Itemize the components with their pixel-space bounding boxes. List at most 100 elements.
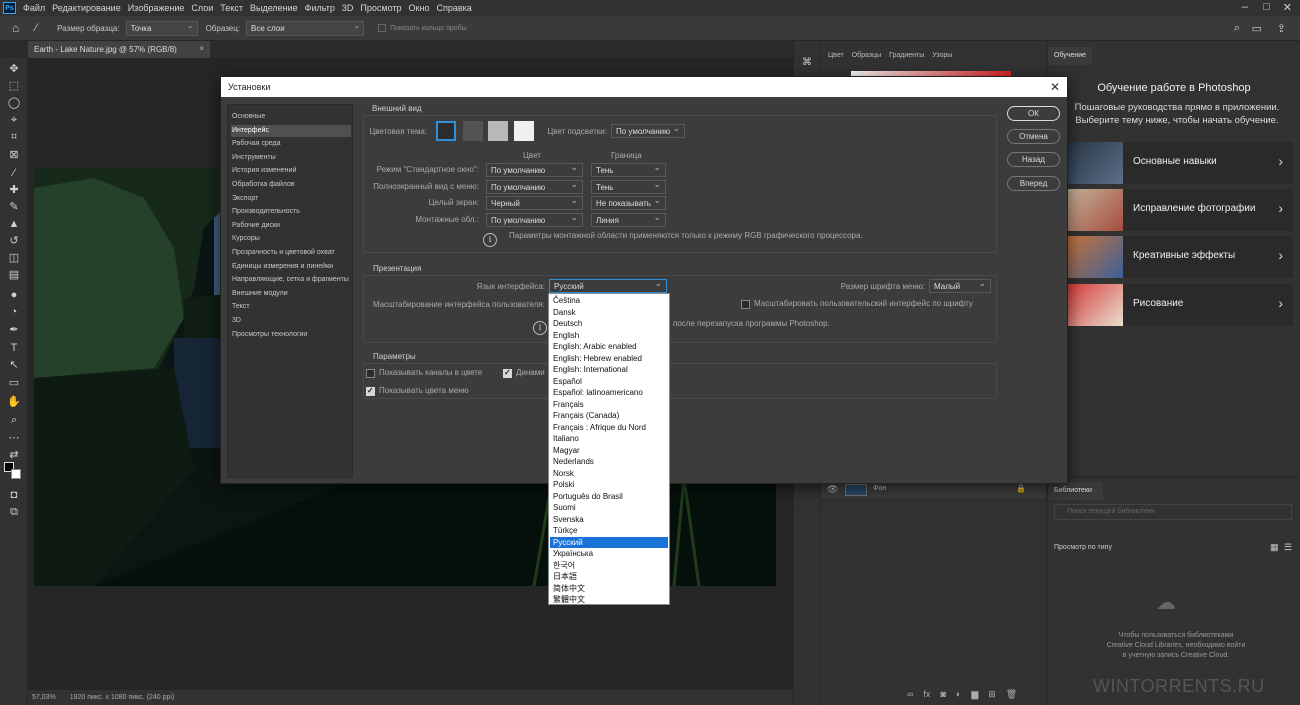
theme-swatch-dark[interactable] <box>463 121 483 141</box>
type-tool-icon[interactable]: T <box>6 341 22 355</box>
language-option[interactable]: 繁體中文 <box>550 594 668 605</box>
language-option[interactable]: Español: latinoamericano <box>550 387 668 398</box>
category-item[interactable]: Основные <box>231 111 351 123</box>
stamp-tool-icon[interactable]: ▲ <box>6 217 22 231</box>
tab-libraries[interactable]: Библиотеки <box>1048 482 1103 500</box>
marquee-tool-icon[interactable]: ⬚ <box>6 79 22 93</box>
category-item[interactable]: 3D <box>231 315 351 327</box>
blur-tool-icon[interactable]: ● <box>6 288 22 302</box>
show-menu-colors-checkbox[interactable] <box>366 386 375 396</box>
close-tab-icon[interactable]: × <box>199 44 204 53</box>
category-item[interactable]: Текст <box>231 301 351 313</box>
quick-select-tool-icon[interactable]: ⌖ <box>6 113 22 127</box>
category-item[interactable]: Прозрачность и цветовой охват <box>231 247 351 259</box>
edit-toolbar-icon[interactable]: ⇄ <box>6 448 22 462</box>
maximize-button[interactable]: □ <box>1263 1 1270 13</box>
color-panel-tab[interactable]: Цвет <box>828 52 844 59</box>
language-option[interactable]: Français <box>550 399 668 410</box>
lasso-tool-icon[interactable]: ◯ <box>6 96 22 110</box>
theme-swatch-light[interactable] <box>488 121 508 141</box>
language-option[interactable]: English <box>550 330 668 341</box>
share-icon[interactable]: ⇪ <box>1277 22 1286 35</box>
category-item[interactable]: Экспорт <box>231 193 351 205</box>
appearance-color-dropdown[interactable]: По умолчанию <box>486 179 583 194</box>
language-option[interactable]: Español <box>550 376 668 387</box>
healing-tool-icon[interactable]: ✚ <box>6 183 22 197</box>
workspace-icon[interactable]: ▭ <box>1252 22 1262 35</box>
tab-learn[interactable]: Обучение <box>1048 47 1092 65</box>
eye-icon[interactable]: 👁 <box>827 484 838 495</box>
language-option[interactable]: Polski <box>550 479 668 490</box>
theme-swatch-lightest[interactable] <box>514 121 534 141</box>
menu-item[interactable]: Выделение <box>250 3 298 13</box>
brush-tool-icon[interactable]: ✎ <box>6 200 22 214</box>
menu-item[interactable]: Слои <box>191 3 213 13</box>
color-panel-tab[interactable]: Градиенты <box>889 52 924 59</box>
appearance-border-dropdown[interactable]: Тень <box>591 162 666 177</box>
menu-item[interactable]: Текст <box>220 3 243 13</box>
show-ring-checkbox[interactable] <box>378 24 387 32</box>
category-item[interactable]: История изменений <box>231 165 351 177</box>
learn-item-creative-effects[interactable]: Креативные эффекты › <box>1068 236 1293 278</box>
category-item[interactable]: Рабочие диски <box>231 220 351 232</box>
screen-mode-icon[interactable]: ⧉ <box>6 505 22 519</box>
category-item[interactable]: Просмотры технологии <box>231 329 351 341</box>
language-option[interactable]: Українська <box>550 548 668 559</box>
category-item[interactable]: Инструменты <box>231 152 351 164</box>
category-item[interactable]: Курсоры <box>231 233 351 245</box>
eyedropper-icon[interactable]: ⁄ <box>35 22 37 34</box>
delete-layer-icon[interactable]: 🗑 <box>1006 689 1017 700</box>
move-tool-icon[interactable]: ✥ <box>6 62 22 76</box>
new-group-icon[interactable]: ▆ <box>971 689 978 700</box>
language-option[interactable]: Čeština <box>550 295 668 306</box>
sample-size-select[interactable]: Точка <box>125 20 198 36</box>
language-option[interactable]: Svenska <box>550 514 668 525</box>
view-by-type-select[interactable]: Просмотр по типу <box>1054 544 1112 551</box>
language-option[interactable]: 简体中文 <box>550 583 668 594</box>
color-panel-tab[interactable]: Узоры <box>932 52 952 59</box>
close-icon[interactable]: ✕ <box>1050 80 1060 94</box>
category-item[interactable]: Производительность <box>231 206 351 218</box>
language-option[interactable]: Türkçe <box>550 525 668 536</box>
zoom-level[interactable]: 57,03% <box>32 694 56 701</box>
appearance-border-dropdown[interactable]: Не показывать <box>591 195 666 210</box>
menu-item[interactable]: Просмотр <box>360 3 401 13</box>
eraser-tool-icon[interactable]: ◫ <box>6 251 22 265</box>
language-option[interactable]: Русский <box>550 536 668 548</box>
cancel-button[interactable]: Отмена <box>1007 129 1060 144</box>
pen-tool-icon[interactable]: ✒ <box>6 323 22 337</box>
language-option[interactable]: Français (Canada) <box>550 410 668 421</box>
language-option[interactable]: Suomi <box>550 502 668 513</box>
dodge-tool-icon[interactable]: ◔ <box>6 305 22 319</box>
library-search-input[interactable]: Поиск текущей библиотеки <box>1054 504 1292 520</box>
category-item[interactable]: Интерфейс <box>231 124 351 137</box>
history-panel-icon[interactable]: ⌘ <box>802 57 812 68</box>
menu-item[interactable]: Фильтр <box>305 3 335 13</box>
menu-item[interactable]: Справка <box>436 3 471 13</box>
sample-select[interactable]: Все слои <box>246 20 365 36</box>
language-option[interactable]: Português do Brasil <box>550 491 668 502</box>
language-option[interactable]: Nederlands <box>550 456 668 467</box>
language-option[interactable]: Norsk <box>550 468 668 479</box>
scale-by-font-checkbox[interactable] <box>741 300 750 309</box>
minimize-button[interactable]: – <box>1242 1 1248 13</box>
new-layer-icon[interactable]: ⊞ <box>988 689 996 700</box>
highlight-dropdown[interactable]: По умолчанию <box>611 123 685 138</box>
rectangle-tool-icon[interactable]: ▭ <box>6 376 22 390</box>
category-item[interactable]: Внешние модули <box>231 288 351 300</box>
back-button[interactable]: Назад <box>1007 152 1060 167</box>
learn-item-basics[interactable]: Основные навыки › <box>1068 142 1293 184</box>
close-window-button[interactable]: ✕ <box>1283 1 1292 14</box>
menu-item[interactable]: Файл <box>23 3 45 13</box>
color-panel-tab[interactable]: Образцы <box>852 52 881 59</box>
language-option[interactable]: English: Hebrew enabled <box>550 353 668 364</box>
menu-item[interactable]: Изображение <box>128 3 185 13</box>
learn-item-painting[interactable]: Рисование › <box>1068 284 1293 326</box>
hand-tool-icon[interactable]: ✋ <box>6 395 22 409</box>
document-tab[interactable]: Earth - Lake Nature.jpg @ 57% (RGB/8) × <box>28 41 210 58</box>
ok-button[interactable]: ОК <box>1007 106 1060 121</box>
language-option[interactable]: Dansk <box>550 307 668 318</box>
frame-tool-icon[interactable]: ⊠ <box>6 148 22 162</box>
more-tools-icon[interactable]: ⋯ <box>6 431 22 445</box>
category-item[interactable]: Направляющие, сетка и фрагменты <box>231 274 351 286</box>
